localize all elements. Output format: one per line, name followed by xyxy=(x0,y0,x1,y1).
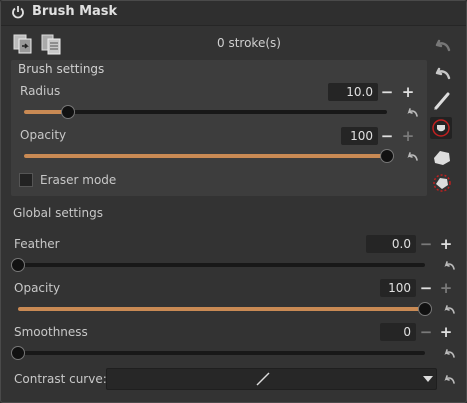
radius-reset-icon[interactable] xyxy=(405,106,419,118)
brush-opacity-slider-fill xyxy=(24,154,387,158)
panel-title: Brush Mask xyxy=(32,4,118,19)
brush-opacity-decrement-button[interactable]: − xyxy=(380,129,394,144)
radius-slider-knob[interactable] xyxy=(61,105,75,119)
paste-mask-icon[interactable] xyxy=(40,33,62,55)
smoothness-decrement-button[interactable]: − xyxy=(419,325,433,340)
smoothness-slider[interactable] xyxy=(18,351,425,355)
contrast-curve-label: Contrast curve: xyxy=(14,372,107,386)
brush-opacity-slider[interactable] xyxy=(24,154,387,158)
global-opacity-label: Opacity xyxy=(14,281,61,295)
brush-opacity-increment-button[interactable]: + xyxy=(401,129,415,144)
redo-icon[interactable] xyxy=(431,62,453,84)
global-opacity-slider-fill xyxy=(18,307,425,311)
brush-opacity-reset-icon[interactable] xyxy=(405,150,419,162)
brush-opacity-value[interactable]: 100 xyxy=(341,127,378,145)
global-opacity-slider[interactable] xyxy=(18,307,425,311)
brush-opacity-label: Opacity xyxy=(20,128,67,142)
brush-opacity-slider-knob[interactable] xyxy=(380,149,394,163)
draw-brush-icon[interactable] xyxy=(430,117,452,139)
contrast-curve-combo[interactable] xyxy=(106,368,437,390)
global-opacity-decrement-button[interactable]: − xyxy=(419,281,433,296)
undo-icon[interactable] xyxy=(431,34,453,56)
smoothness-increment-button[interactable]: + xyxy=(439,325,453,340)
global-settings-title: Global settings xyxy=(13,206,103,220)
global-opacity-reset-icon[interactable] xyxy=(442,303,456,315)
brush-icon[interactable] xyxy=(431,90,453,112)
smoothness-slider-knob[interactable] xyxy=(11,346,25,360)
feather-value[interactable]: 0.0 xyxy=(366,235,416,253)
feather-label: Feather xyxy=(14,237,60,251)
smoothness-label: Smoothness xyxy=(14,325,88,339)
smoothness-value[interactable]: 0 xyxy=(380,323,416,341)
eraser-mode-label: Eraser mode xyxy=(40,173,117,187)
copy-mask-icon[interactable] xyxy=(12,33,34,55)
global-opacity-slider-knob[interactable] xyxy=(418,302,432,316)
power-icon[interactable] xyxy=(11,5,25,19)
feather-reset-icon[interactable] xyxy=(442,259,456,271)
feather-slider[interactable] xyxy=(18,263,425,267)
radius-label: Radius xyxy=(20,84,61,98)
radius-decrement-button[interactable]: − xyxy=(380,85,394,100)
eraser-mode-checkbox[interactable] xyxy=(19,173,33,187)
radius-value[interactable]: 10.0 xyxy=(328,83,378,101)
fill-icon[interactable] xyxy=(431,146,453,168)
global-opacity-increment-button[interactable]: + xyxy=(439,281,453,296)
radius-increment-button[interactable]: + xyxy=(401,85,415,100)
global-opacity-value[interactable]: 100 xyxy=(380,279,416,297)
contrast-curve-reset-icon[interactable] xyxy=(442,373,456,385)
linear-curve-icon xyxy=(256,372,270,386)
stroke-count: 0 stroke(s) xyxy=(217,36,281,50)
clear-all-icon[interactable] xyxy=(431,172,453,194)
feather-slider-knob[interactable] xyxy=(11,258,25,272)
feather-increment-button[interactable]: + xyxy=(439,237,453,252)
smoothness-reset-icon[interactable] xyxy=(442,347,456,359)
radius-slider[interactable] xyxy=(24,110,387,114)
brush-settings-title: Brush settings xyxy=(18,62,105,76)
feather-decrement-button[interactable]: − xyxy=(419,237,433,252)
chevron-down-icon[interactable] xyxy=(422,375,434,383)
